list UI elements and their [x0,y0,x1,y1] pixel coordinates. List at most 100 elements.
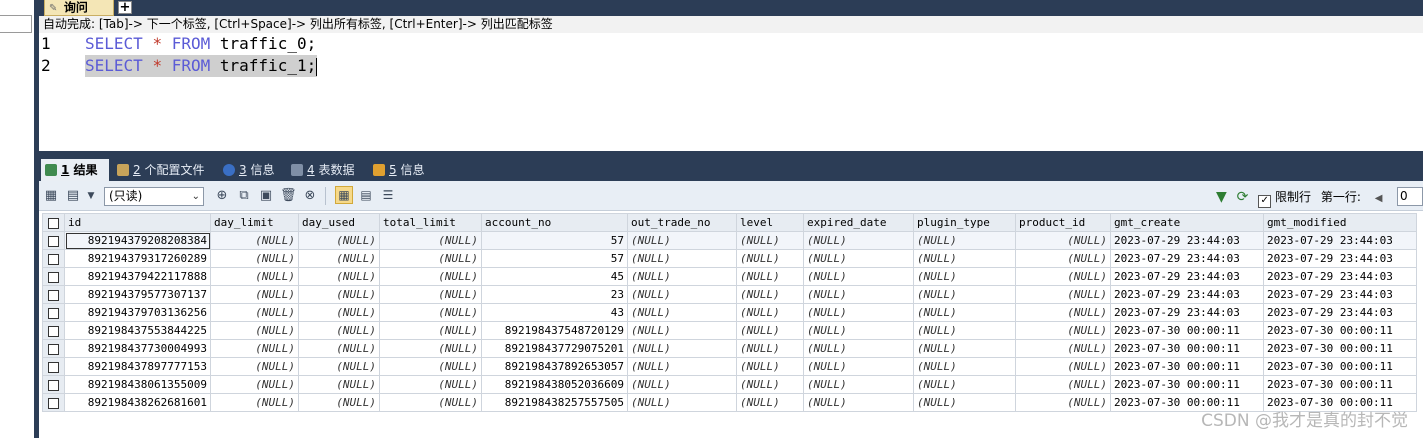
form-view-button[interactable]: ▤ [357,186,375,204]
cell-gmt-modified[interactable]: 2023-07-29 23:44:03 [1263,249,1417,268]
query-tab[interactable]: ✎ 询问 [44,0,114,16]
cell-expired-date[interactable]: (NULL) [803,249,914,268]
cell-product-id[interactable]: (NULL) [1015,375,1111,394]
cell-gmt-create[interactable]: 2023-07-30 00:00:11 [1110,339,1264,358]
table-row[interactable]: 892194379317260289 (NULL) (NULL) (NULL) 57 (N… [42,249,1417,268]
cell-product-id[interactable]: (NULL) [1015,339,1111,358]
cell-level[interactable]: (NULL) [736,357,804,376]
cell-gmt-modified[interactable]: 2023-07-30 00:00:11 [1263,321,1417,340]
row-checkbox[interactable] [42,339,65,358]
grid-view-button[interactable]: ▦ [335,186,353,204]
cell-gmt-create[interactable]: 2023-07-30 00:00:11 [1110,375,1264,394]
cell-product-id[interactable]: (NULL) [1015,393,1111,412]
cell-product-id[interactable]: (NULL) [1015,249,1111,268]
column-header-account-no[interactable]: account_no [481,213,628,232]
cell-out-trade-no[interactable]: (NULL) [627,267,737,286]
cell-day-used[interactable]: (NULL) [298,231,380,250]
cell-gmt-modified[interactable]: 2023-07-29 23:44:03 [1263,285,1417,304]
tab-info[interactable]: 3 信息 [219,159,281,181]
cell-total-limit[interactable]: (NULL) [379,249,482,268]
cell-account-no[interactable]: 45 [481,267,628,286]
cell-day-used[interactable]: (NULL) [298,267,380,286]
tab-table-data[interactable]: 4 表数据 [287,159,363,181]
first-row-input[interactable]: 0 [1397,187,1423,206]
cell-account-no[interactable]: 892198437729075201 [481,339,628,358]
cell-account-no[interactable]: 892198437548720129 [481,321,628,340]
cell-id[interactable]: 892194379317260289 [64,249,211,268]
cell-level[interactable]: (NULL) [736,303,804,322]
column-header-gmt-modified[interactable]: gmt_modified [1263,213,1417,232]
cell-total-limit[interactable]: (NULL) [379,321,482,340]
cell-account-no[interactable]: 892198437892653057 [481,357,628,376]
cell-expired-date[interactable]: (NULL) [803,339,914,358]
cell-day-limit[interactable]: (NULL) [210,231,299,250]
cell-day-used[interactable]: (NULL) [298,249,380,268]
cell-expired-date[interactable]: (NULL) [803,231,914,250]
cell-out-trade-no[interactable]: (NULL) [627,285,737,304]
cell-out-trade-no[interactable]: (NULL) [627,339,737,358]
cell-gmt-modified[interactable]: 2023-07-30 00:00:11 [1263,339,1417,358]
cell-out-trade-no[interactable]: (NULL) [627,249,737,268]
refresh-icon[interactable]: ⟳ [1237,189,1249,205]
cell-day-used[interactable]: (NULL) [298,375,380,394]
cell-gmt-create[interactable]: 2023-07-30 00:00:11 [1110,357,1264,376]
cell-level[interactable]: (NULL) [736,267,804,286]
table-row[interactable]: 892194379208208384 (NULL) (NULL) (NULL) 57 (N… [42,231,1417,250]
cell-gmt-create[interactable]: 2023-07-29 23:44:03 [1110,285,1264,304]
readonly-select[interactable]: (只读) ⌄ [104,187,204,206]
row-checkbox[interactable] [42,375,65,394]
cell-level[interactable]: (NULL) [736,321,804,340]
delete-icon[interactable]: 🗑 [280,188,297,204]
column-header-plugin-type[interactable]: plugin_type [913,213,1016,232]
cell-account-no[interactable]: 43 [481,303,628,322]
cell-level[interactable]: (NULL) [736,393,804,412]
column-header-id[interactable]: id [64,213,211,232]
cell-out-trade-no[interactable]: (NULL) [627,231,737,250]
cell-plugin-type[interactable]: (NULL) [913,321,1016,340]
cell-day-limit[interactable]: (NULL) [210,375,299,394]
cell-total-limit[interactable]: (NULL) [379,393,482,412]
cell-gmt-modified[interactable]: 2023-07-29 23:44:03 [1263,303,1417,322]
cell-expired-date[interactable]: (NULL) [803,285,914,304]
table-row[interactable]: 892194379703136256 (NULL) (NULL) (NULL) 43 (N… [42,303,1417,322]
cell-gmt-create[interactable]: 2023-07-29 23:44:03 [1110,231,1264,250]
add-tab-button[interactable]: + [118,1,132,14]
cell-out-trade-no[interactable]: (NULL) [627,321,737,340]
cell-product-id[interactable]: (NULL) [1015,267,1111,286]
cell-day-used[interactable]: (NULL) [298,393,380,412]
column-header-level[interactable]: level [736,213,804,232]
cell-plugin-type[interactable]: (NULL) [913,357,1016,376]
cell-account-no[interactable]: 57 [481,249,628,268]
cell-day-limit[interactable]: (NULL) [210,249,299,268]
column-header-total-limit[interactable]: total_limit [379,213,482,232]
cell-gmt-create[interactable]: 2023-07-29 23:44:03 [1110,267,1264,286]
cell-expired-date[interactable]: (NULL) [803,267,914,286]
cell-plugin-type[interactable]: (NULL) [913,339,1016,358]
cancel-icon[interactable]: ⊗ [302,188,318,204]
cell-day-used[interactable]: (NULL) [298,339,380,358]
limit-checkbox[interactable]: ✓ [1258,195,1272,208]
cell-expired-date[interactable]: (NULL) [803,321,914,340]
cell-day-used[interactable]: (NULL) [298,303,380,322]
cell-out-trade-no[interactable]: (NULL) [627,357,737,376]
column-header-product-id[interactable]: product_id [1015,213,1111,232]
cell-day-limit[interactable]: (NULL) [210,357,299,376]
cell-level[interactable]: (NULL) [736,339,804,358]
previous-icon[interactable]: ◀ [1375,193,1383,204]
table-row[interactable]: 892198437553844225 (NULL) (NULL) (NULL) 8921… [42,321,1417,340]
sql-editor[interactable]: 1 SELECT * FROM traffic_0; 2 SELECT * FR… [39,33,1423,151]
cell-id[interactable]: 892198437897777153 [64,357,211,376]
add-row-icon[interactable]: ⊕ [214,188,230,204]
cell-id[interactable]: 892198437553844225 [64,321,211,340]
table-row[interactable]: 892198438061355009 (NULL) (NULL) (NULL) 8921… [42,375,1417,394]
cell-day-limit[interactable]: (NULL) [210,339,299,358]
tab-profile[interactable]: 2 个配置文件 [113,159,213,181]
left-panel-field[interactable] [0,15,32,33]
row-checkbox[interactable] [42,267,65,286]
cell-total-limit[interactable]: (NULL) [379,267,482,286]
row-checkbox[interactable] [42,321,65,340]
cell-day-limit[interactable]: (NULL) [210,285,299,304]
table-row[interactable]: 892194379422117888 (NULL) (NULL) (NULL) 45 (N… [42,267,1417,286]
cell-plugin-type[interactable]: (NULL) [913,375,1016,394]
cell-account-no[interactable]: 892198438052036609 [481,375,628,394]
